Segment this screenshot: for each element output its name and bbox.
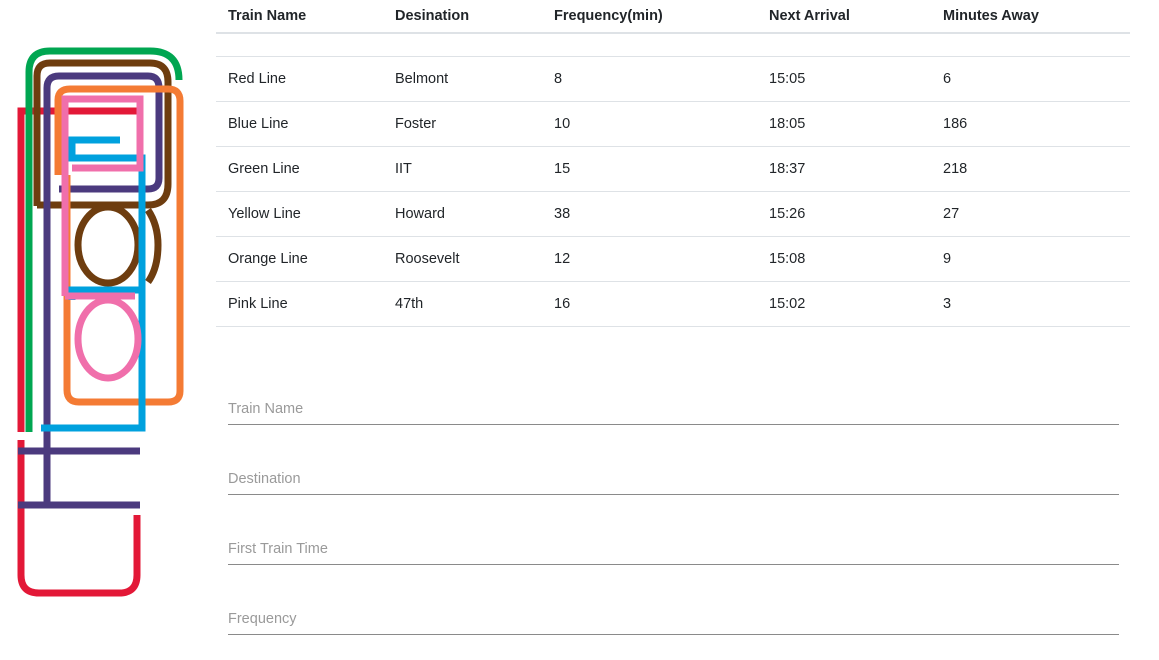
cell-destination: IIT (383, 146, 542, 192)
header-next-arrival: Next Arrival (757, 0, 931, 34)
cell-train-name: Green Line (216, 146, 383, 192)
brown-loop-right (145, 208, 162, 285)
cell-frequency: 10 (542, 101, 757, 147)
cell-next-arrival: 15:26 (757, 191, 931, 237)
first-train-time-field-wrapper (228, 520, 1119, 590)
table-row: Red Line Belmont 8 15:05 6 (216, 56, 1130, 102)
brown-loop-left (74, 203, 142, 287)
cell-destination: 47th (383, 281, 542, 327)
train-name-input[interactable] (228, 394, 1119, 425)
header-frequency: Frequency(min) (542, 0, 757, 34)
header-train-name: Train Name (216, 0, 383, 34)
cell-minutes-away: 27 (931, 191, 1130, 237)
cta-train-lines-logo-icon (17, 47, 184, 597)
cell-minutes-away: 3 (931, 281, 1130, 327)
header-minutes-away: Minutes Away (931, 0, 1130, 34)
cell-minutes-away: 186 (931, 101, 1130, 147)
cell-minutes-away: 9 (931, 236, 1130, 282)
table-header-row: Train Name Desination Frequency(min) Nex… (216, 0, 1130, 34)
table-row: Blue Line Foster 10 18:05 186 (216, 101, 1130, 147)
frequency-input[interactable] (228, 604, 1119, 635)
cell-train-name: Pink Line (216, 281, 383, 327)
cell-frequency: 16 (542, 281, 757, 327)
header-destination: Desination (383, 0, 542, 34)
red-line-bottom (17, 440, 141, 597)
cell-next-arrival: 15:08 (757, 236, 931, 282)
cell-destination: Foster (383, 101, 542, 147)
add-train-form (228, 380, 1119, 660)
cell-next-arrival: 15:02 (757, 281, 931, 327)
schedule-section: Train Name Desination Frequency(min) Nex… (216, 0, 1130, 327)
cell-frequency: 38 (542, 191, 757, 237)
cell-minutes-away: 6 (931, 56, 1130, 102)
cell-destination: Howard (383, 191, 542, 237)
train-name-field-wrapper (228, 380, 1119, 450)
cell-train-name: Red Line (216, 56, 383, 102)
cell-destination: Belmont (383, 56, 542, 102)
frequency-field-wrapper (228, 590, 1119, 660)
blue-line-path (41, 136, 146, 432)
pink-line-path (61, 95, 144, 296)
cell-train-name: Orange Line (216, 236, 383, 282)
train-schedule-table: Train Name Desination Frequency(min) Nex… (216, 0, 1130, 327)
cell-next-arrival: 15:05 (757, 56, 931, 102)
cell-frequency: 15 (542, 146, 757, 192)
cell-next-arrival: 18:05 (757, 101, 931, 147)
pink-loop (74, 296, 142, 382)
cell-frequency: 12 (542, 236, 757, 282)
first-train-time-input[interactable] (228, 534, 1119, 565)
cell-frequency: 8 (542, 56, 757, 102)
destination-field-wrapper (228, 450, 1119, 520)
table-spacer-row (216, 33, 1130, 57)
table-row: Green Line IIT 15 18:37 218 (216, 146, 1130, 192)
cell-minutes-away: 218 (931, 146, 1130, 192)
table-row: Pink Line 47th 16 15:02 3 (216, 281, 1130, 327)
cell-next-arrival: 18:37 (757, 146, 931, 192)
table-row: Orange Line Roosevelt 12 15:08 9 (216, 236, 1130, 282)
destination-input[interactable] (228, 464, 1119, 495)
cell-destination: Roosevelt (383, 236, 542, 282)
table-row: Yellow Line Howard 38 15:26 27 (216, 191, 1130, 237)
cell-train-name: Yellow Line (216, 191, 383, 237)
cell-train-name: Blue Line (216, 101, 383, 147)
